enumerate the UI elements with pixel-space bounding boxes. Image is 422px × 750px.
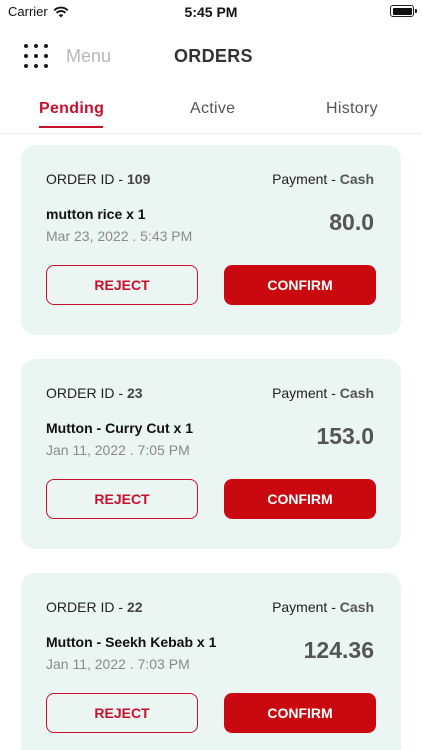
payment-label: Payment - [272,385,336,401]
confirm-button[interactable]: CONFIRM [224,265,376,305]
active-tab-indicator [39,126,103,128]
order-date: Mar 23, 2022 . 5:43 PM [46,228,193,244]
order-amount: 153.0 [316,423,374,449]
confirm-button[interactable]: CONFIRM [224,479,376,519]
order-id: ORDER ID -109 [46,171,150,187]
tab-pending[interactable]: Pending [39,100,104,118]
menu-label[interactable]: Menu [66,46,111,67]
menu-grid-icon[interactable] [24,44,48,68]
payment-label: Payment - [272,599,336,615]
page-title: ORDERS [174,46,253,66]
status-time: 5:45 PM [184,4,238,20]
order-card: ORDER ID -23 Payment - Cash Mutton - Cur… [21,359,401,549]
order-item: Mutton - Seekh Kebab x 1 [46,634,217,650]
confirm-button[interactable]: CONFIRM [224,693,376,733]
order-tabs: Pending Active History [0,94,422,134]
payment-method: Cash [339,385,374,401]
payment-label: Payment - [272,171,336,187]
order-item: Mutton - Curry Cut x 1 [46,420,193,436]
payment-info: Payment - Cash [272,599,374,615]
order-amount: 124.36 [303,637,374,663]
payment-method: Cash [339,599,374,615]
tab-active[interactable]: Active [190,100,235,118]
order-id-label: ORDER ID - [46,599,123,615]
order-amount: 80.0 [329,209,374,235]
payment-info: Payment - Cash [272,385,374,401]
tab-history[interactable]: History [326,100,378,118]
payment-method: Cash [339,171,374,187]
reject-button[interactable]: REJECT [46,479,198,519]
order-id-value: 23 [127,385,143,401]
status-bar: Carrier 5:45 PM [0,0,422,24]
header: Menu ORDERS [0,36,422,76]
payment-info: Payment - Cash [272,171,374,187]
battery-icon [390,5,417,17]
order-item: mutton rice x 1 [46,206,146,222]
order-id-label: ORDER ID - [46,385,123,401]
order-id: ORDER ID -23 [46,385,143,401]
order-date: Jan 11, 2022 . 7:05 PM [46,442,190,458]
order-date: Jan 11, 2022 . 7:03 PM [46,656,190,672]
order-id-value: 22 [127,599,143,615]
order-card: ORDER ID -22 Payment - Cash Mutton - See… [21,573,401,750]
reject-button[interactable]: REJECT [46,265,198,305]
order-id-value: 109 [127,171,151,187]
order-card: ORDER ID -109 Payment - Cash mutton rice… [21,145,401,335]
reject-button[interactable]: REJECT [46,693,198,733]
order-id: ORDER ID -22 [46,599,143,615]
order-id-label: ORDER ID - [46,171,123,187]
